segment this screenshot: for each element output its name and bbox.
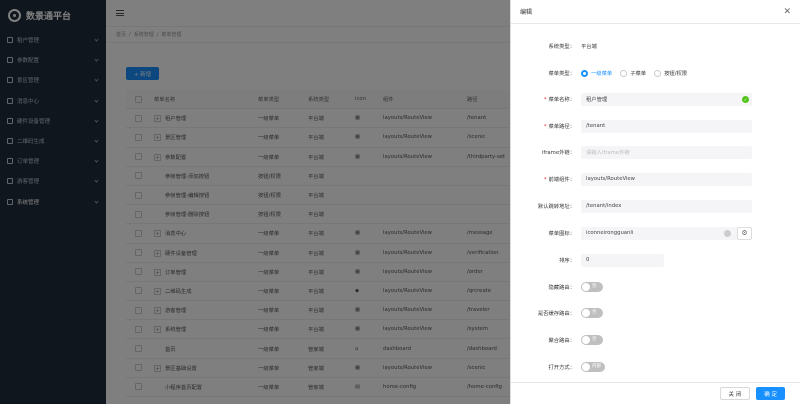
radio-icon [654,69,662,77]
aggregate-label: 聚合路由： [548,338,576,344]
sys-type-row: 系统类型： 平台端 [511,39,800,53]
drawer-title: 编辑 [520,9,533,16]
redirect-input[interactable]: /tenant/index [581,199,752,213]
icon-input[interactable]: iconneirongguanli ⚙ [581,226,752,240]
sort-label: 排序： [559,258,575,264]
check-icon: ✓ [742,95,749,103]
component-label: 前端组件： [548,177,576,183]
name-row: * 菜单名称： 租户管理 ✓ [511,92,800,106]
component-input[interactable]: layouts/RouteView [581,172,752,186]
icon-row: 菜单图标： iconneirongguanli ⚙ [511,226,800,240]
hidden-switch[interactable]: 否 [581,282,603,292]
component-row: * 前端组件： layouts/RouteView [511,172,800,186]
aggregate-switch[interactable]: 否 [581,335,603,345]
radio-icon [581,69,588,77]
cache-switch[interactable]: 否 [581,308,603,318]
drawer-footer: 关 闭 确 定 [511,382,800,404]
open-label: 打开方式： [548,365,576,371]
menu-type-row: 菜单类型： 一级菜单 子菜单 按钮/权限 [511,66,800,80]
sort-row: 排序： 0 [511,253,800,267]
sort-input[interactable]: 0 [581,253,664,267]
aggregate-row: 聚合路由： 否 [511,333,800,347]
close-icon[interactable]: ✕ [783,7,791,17]
iframe-row: iframe外链： 请输入iframe外链 [511,145,800,159]
menu-type-label: 菜单类型： [548,71,576,77]
sys-type-label: 系统类型： [548,44,576,50]
redirect-label: 默认跳转地址： [537,204,575,210]
menu-type-option[interactable]: 按钮/权限 [654,69,687,77]
icon-label: 菜单图标： [548,231,576,237]
menu-type-radio-group: 一级菜单 子菜单 按钮/权限 [581,69,695,77]
cache-row: 是否缓存路由： 否 [511,306,800,320]
path-input[interactable]: /tenant [581,119,752,133]
open-row: 打开方式： 内部 [511,360,800,374]
radio-icon [620,69,628,77]
path-label: 菜单路径： [548,124,576,130]
confirm-button[interactable]: 确 定 [756,387,785,400]
open-switch[interactable]: 内部 [581,362,605,372]
gear-icon[interactable]: ⚙ [737,226,752,240]
iframe-input[interactable]: 请输入iframe外链 [581,145,752,159]
menu-type-option[interactable]: 子菜单 [620,69,646,77]
sys-type-value: 平台端 [581,44,597,50]
hidden-label: 隐藏路由： [548,285,576,291]
edit-drawer: 编辑 ✕ 系统类型： 平台端 菜单类型： 一级菜单 子菜单 按钮/权限 * 菜单名称：… [510,0,800,404]
clear-icon[interactable] [724,229,731,237]
iframe-label: iframe外链： [541,150,575,156]
close-button[interactable]: 关 闭 [719,387,751,400]
name-label: 菜单名称： [548,97,576,103]
name-input[interactable]: 租户管理 ✓ [581,92,752,106]
hidden-row: 隐藏路由： 否 [511,280,800,294]
redirect-row: 默认跳转地址： /tenant/index [511,199,800,213]
menu-type-option[interactable]: 一级菜单 [581,69,612,77]
cache-label: 是否缓存路由： [537,311,575,317]
path-row: * 菜单路径： /tenant [511,119,800,133]
